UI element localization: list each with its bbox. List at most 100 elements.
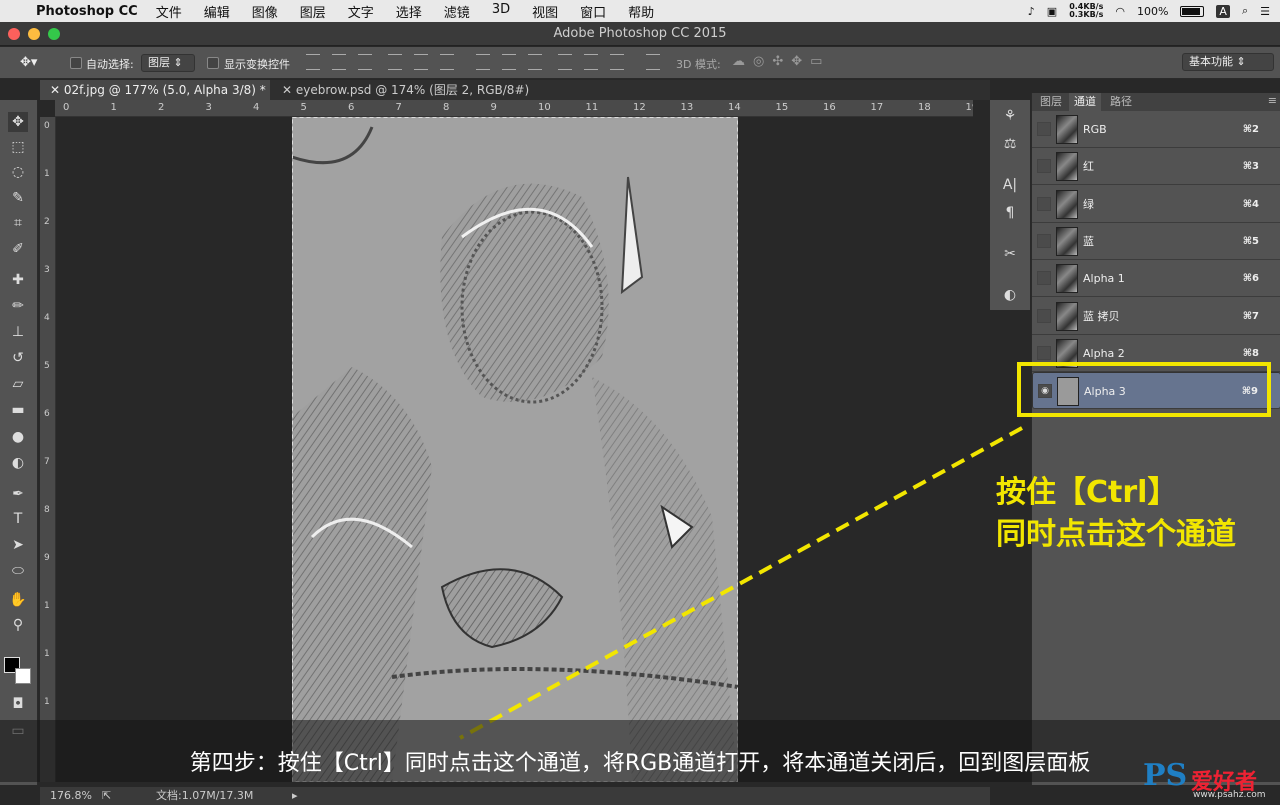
- history-brush-tool-icon[interactable]: ↺: [8, 348, 28, 368]
- show-transform-checkbox[interactable]: [207, 57, 219, 69]
- export-icon[interactable]: ⇱: [102, 787, 111, 805]
- visibility-eye-icon[interactable]: [1037, 308, 1051, 323]
- 3d-mode-icons[interactable]: ☁◎✣✥▭: [732, 54, 830, 69]
- tab-channels[interactable]: 通道: [1069, 93, 1101, 111]
- history-panel-icon[interactable]: ⚘: [998, 105, 1022, 127]
- tab-paths[interactable]: 路径: [1105, 93, 1137, 111]
- visibility-eye-icon[interactable]: [1037, 271, 1051, 286]
- tool-presets-icon[interactable]: ✂: [998, 243, 1022, 265]
- move-tool-icon[interactable]: ✥▾: [20, 55, 37, 70]
- channel-row[interactable]: 蓝 拷贝 ⌘7: [1032, 298, 1280, 335]
- list-icon[interactable]: ☰: [1260, 5, 1270, 18]
- channel-thumbnail[interactable]: [1056, 189, 1078, 219]
- visibility-eye-icon[interactable]: [1037, 196, 1051, 211]
- move-tool-icon[interactable]: ✥: [8, 112, 28, 132]
- panel-menu-icon[interactable]: ≡: [1268, 94, 1277, 107]
- paragraph-panel-icon[interactable]: ¶: [998, 202, 1022, 224]
- tab-eyebrow[interactable]: ✕ eyebrow.psd @ 174% (图层 2, RGB/8#) *: [272, 80, 532, 117]
- app-menu[interactable]: Photoshop CC: [36, 4, 138, 19]
- visibility-eye-icon[interactable]: [1037, 345, 1051, 360]
- shape-tool-icon[interactable]: ⬭: [8, 561, 28, 581]
- notification-icon[interactable]: ♪: [1028, 5, 1035, 18]
- menu-item[interactable]: 文字: [348, 2, 374, 21]
- brush-tool-icon[interactable]: ✏: [8, 296, 28, 316]
- lasso-tool-icon[interactable]: ◌: [8, 162, 28, 182]
- close-tab-icon[interactable]: ✕: [282, 83, 296, 97]
- auto-select-dropdown[interactable]: 图层 ⇕: [141, 54, 195, 72]
- type-tool-icon[interactable]: T: [8, 509, 28, 529]
- distribute-top-icon[interactable]: [476, 54, 490, 70]
- hand-tool-icon[interactable]: ✋: [8, 590, 28, 610]
- pen-tool-icon[interactable]: ✒: [8, 484, 28, 504]
- channel-row[interactable]: RGB ⌘2: [1032, 111, 1280, 148]
- channel-thumbnail[interactable]: [1056, 301, 1078, 331]
- align-top-icon[interactable]: [306, 54, 320, 70]
- menu-item[interactable]: 视图: [532, 2, 558, 21]
- styles-panel-icon[interactable]: ◐: [998, 284, 1022, 306]
- distribute-right-icon[interactable]: [610, 54, 624, 70]
- ruler-tick-label: 6: [348, 102, 355, 113]
- battery-icon[interactable]: [1180, 5, 1205, 17]
- channel-row[interactable]: 红 ⌘3: [1032, 148, 1280, 186]
- adjustments-panel-icon[interactable]: ⚖: [998, 133, 1022, 155]
- wifi-icon[interactable]: ◠: [1115, 5, 1125, 18]
- channel-thumbnail[interactable]: [1056, 226, 1078, 256]
- align-vcenter-icon[interactable]: [332, 54, 346, 70]
- menu-item[interactable]: 文件: [156, 2, 182, 21]
- zoom-level[interactable]: 176.8%: [50, 787, 92, 805]
- visibility-eye-icon[interactable]: [1037, 159, 1051, 174]
- channel-row[interactable]: Alpha 1 ⌘6: [1032, 260, 1280, 298]
- distribute-left-icon[interactable]: [558, 54, 572, 70]
- align-hcenter-icon[interactable]: [414, 54, 428, 70]
- input-source-badge[interactable]: A: [1216, 4, 1230, 18]
- minimize-window-button[interactable]: [28, 28, 40, 40]
- crop-tool-icon[interactable]: ⌗: [8, 213, 28, 233]
- align-right-icon[interactable]: [440, 54, 454, 70]
- character-panel-icon[interactable]: A|: [998, 174, 1022, 196]
- background-color-swatch[interactable]: [15, 668, 31, 684]
- visibility-eye-icon[interactable]: [1037, 233, 1051, 248]
- channel-thumbnail[interactable]: [1056, 115, 1078, 144]
- quick-select-tool-icon[interactable]: ✎: [8, 188, 28, 208]
- camera-icon[interactable]: ▣: [1047, 5, 1057, 18]
- healing-brush-tool-icon[interactable]: ✚: [8, 270, 28, 290]
- menu-item[interactable]: 图像: [252, 2, 278, 21]
- menu-item[interactable]: 图层: [300, 2, 326, 21]
- channel-row[interactable]: 蓝 ⌘5: [1032, 223, 1280, 260]
- tab-layers[interactable]: 图层: [1035, 93, 1067, 111]
- workspace-dropdown[interactable]: 基本功能 ⇕: [1182, 53, 1274, 71]
- align-bottom-icon[interactable]: [358, 54, 372, 70]
- path-select-tool-icon[interactable]: ➤: [8, 535, 28, 555]
- marquee-tool-icon[interactable]: ⬚: [8, 137, 28, 157]
- close-window-button[interactable]: [8, 28, 20, 40]
- blur-tool-icon[interactable]: ●: [8, 427, 28, 447]
- zoom-tool-icon[interactable]: ⚲: [8, 615, 28, 635]
- menu-item[interactable]: 帮助: [628, 2, 654, 21]
- zoom-window-button[interactable]: [48, 28, 60, 40]
- menu-item[interactable]: 窗口: [580, 2, 606, 21]
- auto-align-icon[interactable]: [646, 54, 660, 70]
- menu-item[interactable]: 3D: [492, 2, 510, 21]
- eraser-tool-icon[interactable]: ▱: [8, 374, 28, 394]
- distribute-vcenter-icon[interactable]: [502, 54, 516, 70]
- menu-item[interactable]: 选择: [396, 2, 422, 21]
- align-left-icon[interactable]: [388, 54, 402, 70]
- channel-row[interactable]: 绿 ⌘4: [1032, 186, 1280, 223]
- quick-mask-icon[interactable]: ◘: [8, 694, 28, 714]
- eyedropper-tool-icon[interactable]: ✐: [8, 239, 28, 259]
- auto-select-checkbox[interactable]: [70, 57, 82, 69]
- status-menu-arrow-icon[interactable]: ▸: [292, 787, 298, 805]
- clone-stamp-tool-icon[interactable]: ⊥: [8, 322, 28, 342]
- channel-thumbnail[interactable]: [1056, 152, 1078, 182]
- visibility-eye-icon[interactable]: [1037, 122, 1051, 136]
- channel-thumbnail[interactable]: [1056, 264, 1078, 294]
- dodge-tool-icon[interactable]: ◐: [8, 453, 28, 473]
- distribute-hcenter-icon[interactable]: [584, 54, 598, 70]
- close-tab-icon[interactable]: ✕: [50, 83, 64, 97]
- menu-item[interactable]: 编辑: [204, 2, 230, 21]
- tab-02f[interactable]: ✕ 02f.jpg @ 177% (5.0, Alpha 3/8) *: [40, 80, 270, 100]
- distribute-bottom-icon[interactable]: [528, 54, 542, 70]
- menu-item[interactable]: 滤镜: [444, 2, 470, 21]
- search-icon[interactable]: ⌕: [1242, 4, 1248, 18]
- gradient-tool-icon[interactable]: ▬: [8, 400, 28, 420]
